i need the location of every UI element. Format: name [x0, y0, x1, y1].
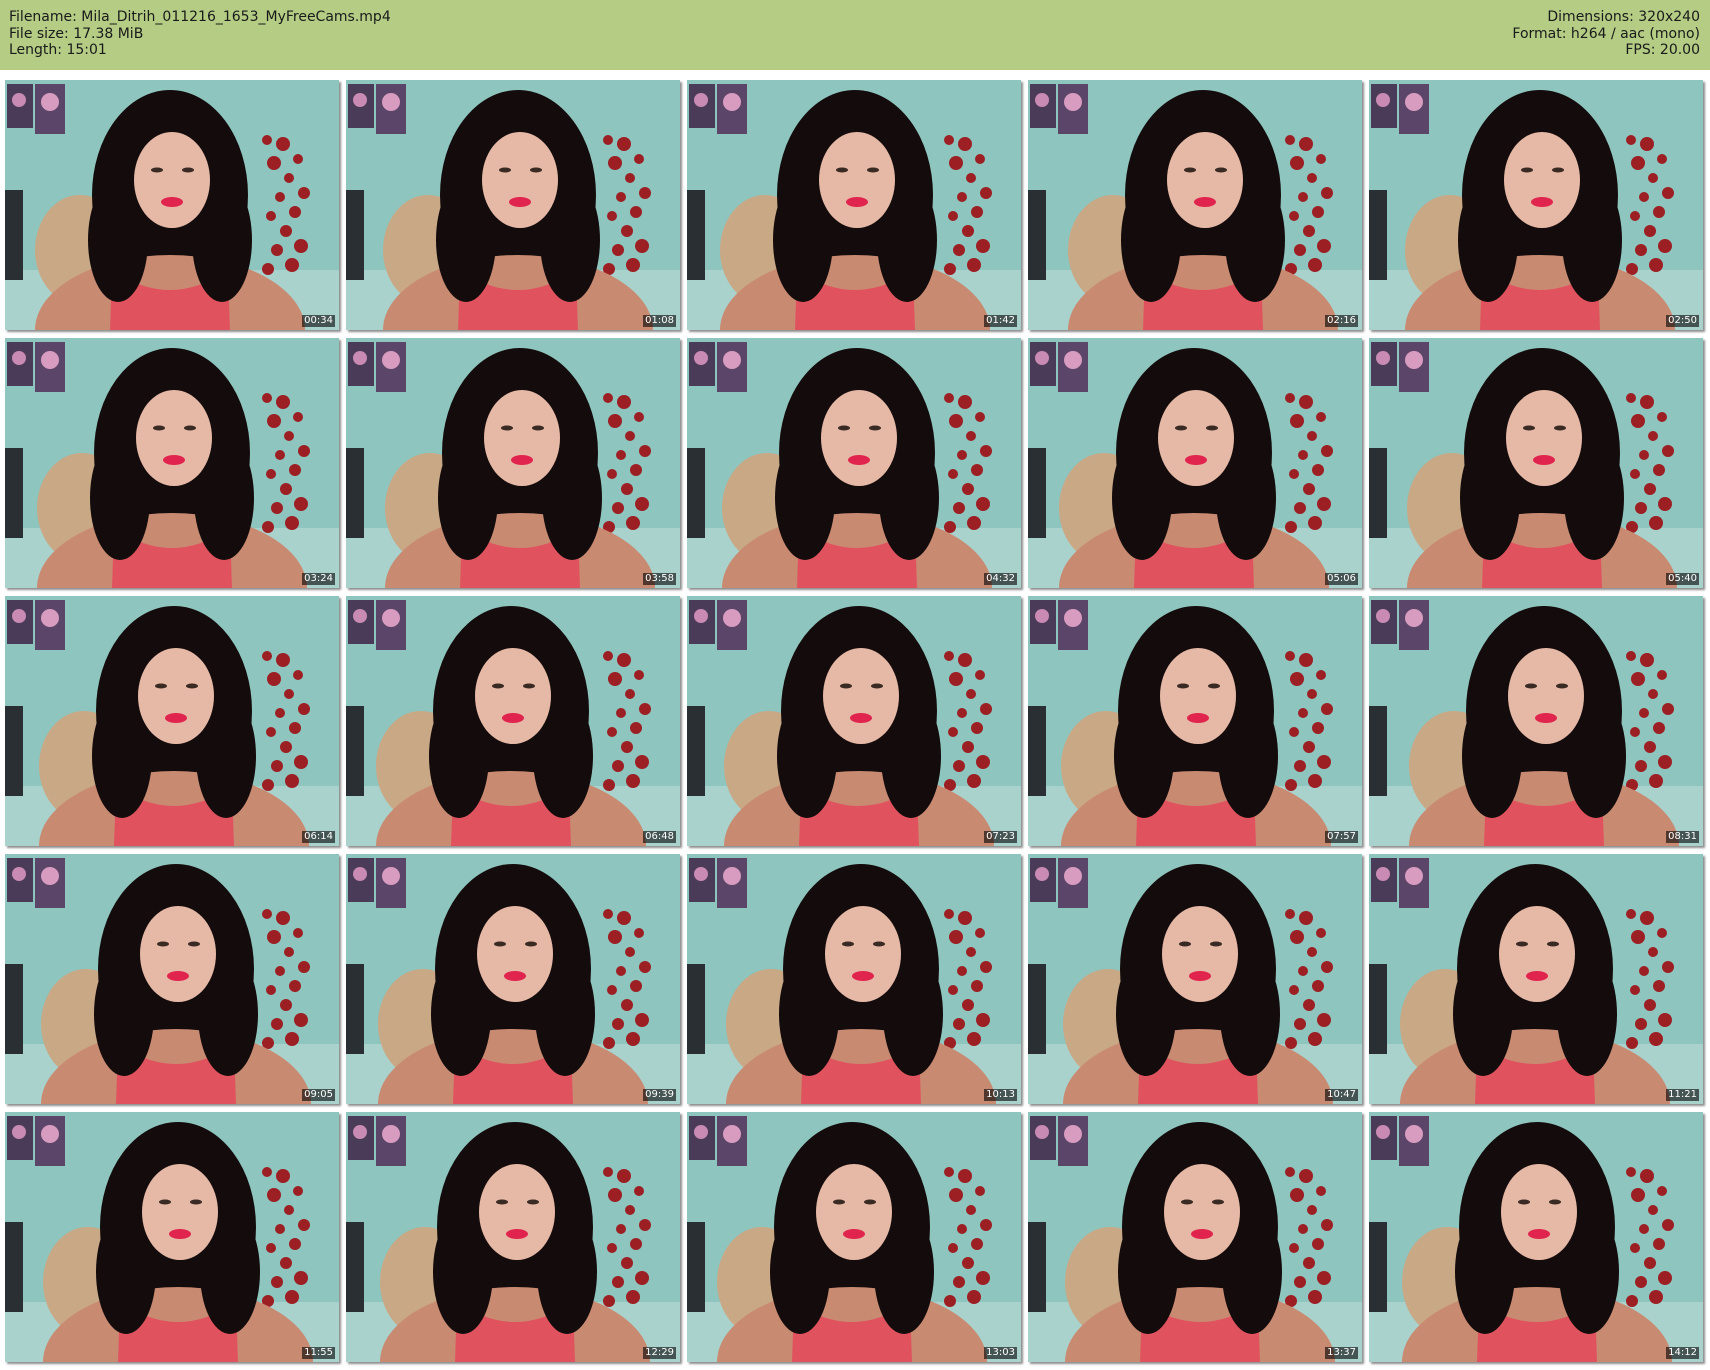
video-frame-image — [346, 854, 680, 1104]
frame-thumbnail: 12:29 — [346, 1112, 680, 1362]
frame-timestamp: 02:50 — [1666, 315, 1699, 327]
frame-timestamp: 06:48 — [643, 831, 676, 843]
frame-thumbnail: 04:32 — [687, 338, 1021, 588]
frame-thumbnail: 10:13 — [687, 854, 1021, 1104]
video-frame-image — [1369, 80, 1703, 330]
frame-thumbnail: 07:23 — [687, 596, 1021, 846]
info-header: Filename: Mila_Ditrih_011216_1653_MyFree… — [0, 0, 1710, 70]
video-frame-image — [1028, 338, 1362, 588]
frame-thumbnail: 03:58 — [346, 338, 680, 588]
frame-timestamp: 09:39 — [643, 1089, 676, 1101]
thumbnail-grid: 00:34 01:08 01:42 02:16 02:50 03:24 03:58 04:32… — [5, 80, 1705, 1364]
video-frame-image — [1028, 1112, 1362, 1362]
video-frame-image — [1028, 854, 1362, 1104]
format-line: Format: h264 / aac (mono) — [1512, 25, 1700, 42]
length-line: Length: 15:01 — [9, 42, 107, 58]
frame-timestamp: 00:34 — [302, 315, 335, 327]
frame-thumbnail: 01:08 — [346, 80, 680, 330]
frame-thumbnail: 06:48 — [346, 596, 680, 846]
video-frame-image — [1369, 1112, 1703, 1362]
video-frame-image — [687, 80, 1021, 330]
video-frame-image — [687, 596, 1021, 846]
frame-thumbnail: 08:31 — [1369, 596, 1703, 846]
dimensions-line: Dimensions: 320x240 — [1547, 9, 1700, 25]
video-frame-image — [1369, 338, 1703, 588]
frame-thumbnail: 02:16 — [1028, 80, 1362, 330]
video-info: Dimensions: 320x240 Format: h264 / aac (… — [1512, 9, 1700, 59]
video-frame-image — [346, 338, 680, 588]
frame-timestamp: 13:37 — [1325, 1347, 1358, 1359]
video-frame-image — [687, 1112, 1021, 1362]
frame-thumbnail: 09:05 — [5, 854, 339, 1104]
video-frame-image — [1369, 854, 1703, 1104]
frame-timestamp: 13:03 — [984, 1347, 1017, 1359]
frame-timestamp: 02:16 — [1325, 315, 1358, 327]
video-frame-image — [5, 854, 339, 1104]
frame-timestamp: 01:08 — [643, 315, 676, 327]
frame-timestamp: 10:13 — [984, 1089, 1017, 1101]
video-frame-image — [5, 338, 339, 588]
video-frame-image — [5, 1112, 339, 1362]
frame-thumbnail: 01:42 — [687, 80, 1021, 330]
frame-timestamp: 01:42 — [984, 315, 1017, 327]
frame-thumbnail: 13:03 — [687, 1112, 1021, 1362]
frame-timestamp: 03:24 — [302, 573, 335, 585]
video-frame-image — [346, 596, 680, 846]
frame-timestamp: 10:47 — [1325, 1089, 1358, 1101]
frame-timestamp: 07:23 — [984, 831, 1017, 843]
video-frame-image — [1369, 596, 1703, 846]
frame-thumbnail: 06:14 — [5, 596, 339, 846]
frame-thumbnail: 02:50 — [1369, 80, 1703, 330]
video-frame-image — [5, 80, 339, 330]
frame-thumbnail: 07:57 — [1028, 596, 1362, 846]
frame-timestamp: 07:57 — [1325, 831, 1358, 843]
frame-thumbnail: 05:06 — [1028, 338, 1362, 588]
video-frame-image — [346, 1112, 680, 1362]
frame-timestamp: 05:40 — [1666, 573, 1699, 585]
file-size-line: File size: 17.38 MiB — [9, 25, 144, 42]
video-frame-image — [687, 854, 1021, 1104]
video-frame-image — [346, 80, 680, 330]
frame-timestamp: 12:29 — [643, 1347, 676, 1359]
frame-timestamp: 03:58 — [643, 573, 676, 585]
frame-thumbnail: 11:21 — [1369, 854, 1703, 1104]
video-frame-image — [1028, 80, 1362, 330]
video-frame-image — [1028, 596, 1362, 846]
frame-timestamp: 05:06 — [1325, 573, 1358, 585]
filename-line: Filename: Mila_Ditrih_011216_1653_MyFree… — [9, 9, 391, 25]
frame-timestamp: 06:14 — [302, 831, 335, 843]
frame-timestamp: 11:21 — [1666, 1089, 1699, 1101]
frame-timestamp: 04:32 — [984, 573, 1017, 585]
frame-timestamp: 14:12 — [1666, 1347, 1699, 1359]
file-info: Filename: Mila_Ditrih_011216_1653_MyFree… — [9, 9, 391, 59]
frame-thumbnail: 10:47 — [1028, 854, 1362, 1104]
frame-thumbnail: 05:40 — [1369, 338, 1703, 588]
fps-line: FPS: 20.00 — [1625, 42, 1700, 58]
frame-thumbnail: 14:12 — [1369, 1112, 1703, 1362]
frame-timestamp: 08:31 — [1666, 831, 1699, 843]
video-frame-image — [687, 338, 1021, 588]
frame-thumbnail: 13:37 — [1028, 1112, 1362, 1362]
frame-timestamp: 11:55 — [302, 1347, 335, 1359]
video-frame-image — [5, 596, 339, 846]
frame-thumbnail: 09:39 — [346, 854, 680, 1104]
frame-thumbnail: 11:55 — [5, 1112, 339, 1362]
frame-thumbnail: 03:24 — [5, 338, 339, 588]
frame-thumbnail: 00:34 — [5, 80, 339, 330]
frame-timestamp: 09:05 — [302, 1089, 335, 1101]
